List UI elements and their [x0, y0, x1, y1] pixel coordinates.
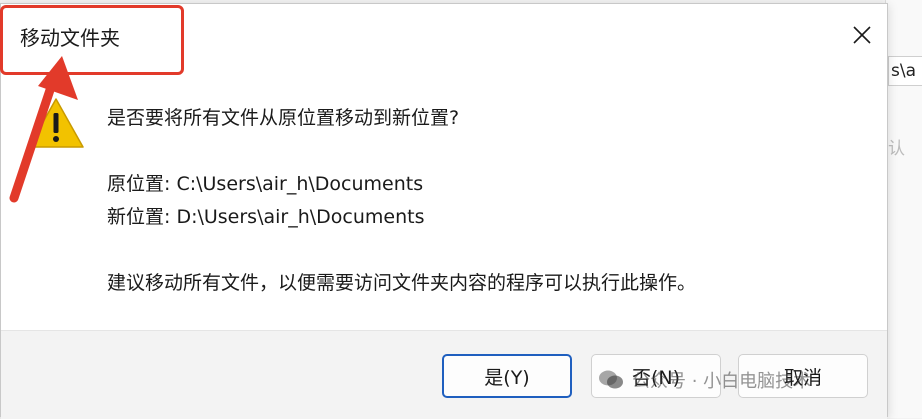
dialog-titlebar: 移动文件夹 — [1, 4, 887, 66]
yes-button[interactable]: 是(Y) — [442, 354, 572, 398]
watermark-text: 公众号 · 小白电脑技术 — [632, 371, 812, 392]
background-path-field: s\a — [888, 56, 922, 86]
watermark: 公众号 · 小白电脑技术 — [598, 367, 811, 393]
move-folder-dialog: 移动文件夹 是否要将所有文件从原位置移动到新位置? 原位置: C:\Users\… — [0, 3, 888, 419]
original-location: 原位置: C:\Users\air_h\Documents — [107, 173, 424, 195]
dialog-message: 是否要将所有文件从原位置移动到新位置? 原位置: C:\Users\air_h\… — [107, 102, 696, 300]
warning-icon — [28, 98, 84, 148]
new-location: 新位置: D:\Users\air_h\Documents — [107, 206, 425, 228]
background-text: 认 — [888, 139, 905, 159]
move-advice: 建议移动所有文件，以便需要访问文件夹内容的程序可以执行此操作。 — [107, 272, 697, 294]
close-icon — [853, 26, 871, 44]
close-button[interactable] — [845, 18, 879, 52]
dialog-title: 移动文件夹 — [20, 26, 120, 50]
move-question: 是否要将所有文件从原位置移动到新位置? — [107, 107, 460, 129]
wechat-icon — [599, 370, 623, 389]
